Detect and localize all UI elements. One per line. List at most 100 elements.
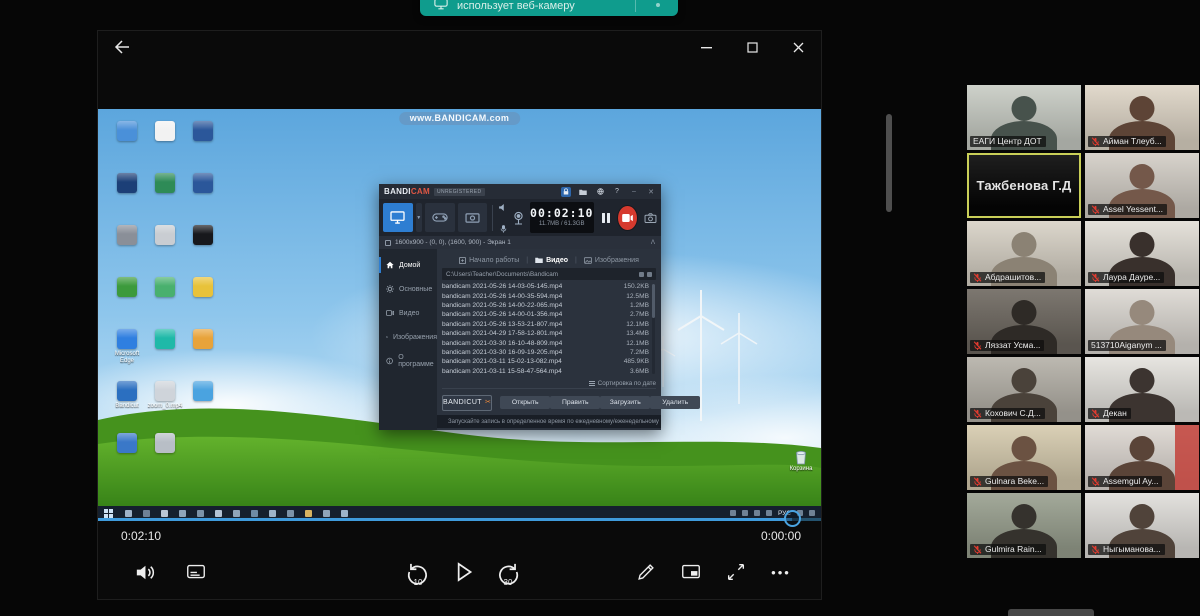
microphone-icon[interactable] <box>500 220 507 238</box>
game-recording-mode-button[interactable] <box>425 203 455 232</box>
edit-button[interactable]: Править <box>550 396 600 409</box>
recording-file-row[interactable]: bandicam 2021-03-30 16-09-19-205.mp47.2M… <box>442 348 649 357</box>
participant-tile[interactable]: Декан <box>1085 357 1199 422</box>
recording-file-row[interactable]: bandicam 2021-05-26 14-03-05-145.mp4150.… <box>442 282 649 291</box>
more-options-button[interactable]: ••• <box>766 555 796 589</box>
desktop-icon[interactable]: Microsoft Edge <box>108 325 146 377</box>
edit-button[interactable] <box>631 555 661 589</box>
speaker-icon[interactable] <box>499 198 507 216</box>
participant-tile[interactable]: Ныгыманова... <box>1085 493 1199 558</box>
close-button[interactable] <box>775 31 821 63</box>
participant-tile[interactable]: Абдрашитов... <box>967 221 1081 286</box>
tab-getting-started[interactable]: Начало работы <box>459 257 519 264</box>
screenshot-button[interactable] <box>644 213 657 223</box>
banner-collapse-button[interactable] <box>656 3 660 7</box>
scheduler-status-bar[interactable]: Запускайте запись в определенное время п… <box>437 415 661 428</box>
sort-control[interactable]: Сортировка по дате <box>442 378 656 388</box>
minimize-button[interactable] <box>683 31 729 63</box>
list-scrollbar[interactable] <box>652 284 655 374</box>
play-button[interactable] <box>448 555 478 589</box>
bandicam-minimize-icon[interactable]: – <box>629 187 639 197</box>
sidebar-item-home[interactable]: Домой <box>379 253 437 277</box>
desktop-icon[interactable] <box>108 117 146 169</box>
target-checkbox[interactable] <box>385 240 391 246</box>
participant-tile[interactable]: Лаура Дауре... <box>1085 221 1199 286</box>
bandicut-promo-button[interactable]: BANDICUT ✂ <box>442 395 492 411</box>
webcam-usage-banner[interactable]: использует веб-камеру <box>420 0 678 16</box>
desktop-icon[interactable] <box>146 325 184 377</box>
desktop-icon[interactable] <box>146 117 184 169</box>
recording-file-row[interactable]: bandicam 2021-03-11 15-58-47-564.mp43.6M… <box>442 367 649 376</box>
mode-dropdown-caret[interactable]: ▼ <box>416 203 422 232</box>
fullscreen-button[interactable] <box>721 555 751 589</box>
device-recording-mode-button[interactable] <box>458 203 488 232</box>
desktop-icon[interactable] <box>184 273 222 325</box>
participant-tile[interactable]: Кохович С.Д... <box>967 357 1081 422</box>
recycle-bin-icon[interactable]: Корзина <box>786 449 816 472</box>
desktop-icon[interactable] <box>184 169 222 221</box>
seek-handle[interactable] <box>784 510 801 527</box>
participant-tile[interactable]: Gulmira Rain... <box>967 493 1081 558</box>
seek-bar[interactable] <box>98 518 821 521</box>
desktop-icon[interactable] <box>108 169 146 221</box>
webcam-overlay-icon[interactable] <box>511 206 527 230</box>
captions-button[interactable] <box>181 555 211 589</box>
open-button[interactable]: Открыть <box>500 396 550 409</box>
desktop-icon[interactable] <box>184 377 222 429</box>
help-icon[interactable]: ? <box>612 187 622 197</box>
capture-target-bar[interactable]: 1600x900 - (0, 0), (1600, 900) - Экран 1… <box>379 236 661 249</box>
sidebar-item-video[interactable]: Видео <box>379 301 437 325</box>
recording-file-row[interactable]: bandicam 2021-03-30 16-10-48-809.mp412.1… <box>442 338 649 347</box>
desktop-icon[interactable] <box>108 429 146 481</box>
delete-button[interactable]: Удалить <box>650 396 700 409</box>
lock-icon[interactable] <box>561 187 571 197</box>
desktop-icon[interactable]: Bandicut <box>108 377 146 429</box>
desktop-icon[interactable] <box>108 273 146 325</box>
recording-file-row[interactable]: bandicam 2021-05-26 14-00-35-594.mp412.5… <box>442 291 649 300</box>
pause-button[interactable] <box>602 213 611 223</box>
recording-file-row[interactable]: bandicam 2021-05-26 14-00-22-065.mp41.2M… <box>442 301 649 310</box>
desktop-icon[interactable] <box>146 169 184 221</box>
folder-icon[interactable] <box>578 187 588 197</box>
participant-tile[interactable]: ЕАГИ Центр ДОТ <box>967 85 1081 150</box>
recording-file-row[interactable]: bandicam 2021-05-26 13-53-21-807.mp412.1… <box>442 320 649 329</box>
maximize-button[interactable] <box>729 31 775 63</box>
recording-file-row[interactable]: bandicam 2021-05-26 14-00-01-356.mp42.7M… <box>442 310 649 319</box>
volume-button[interactable] <box>129 555 159 589</box>
desktop-icon[interactable] <box>146 429 184 481</box>
globe-icon[interactable] <box>595 187 605 197</box>
desktop-icon[interactable] <box>146 273 184 325</box>
participant-tile[interactable]: 513710Aiganym ... <box>1085 289 1199 354</box>
record-stop-button[interactable] <box>618 206 637 230</box>
picture-in-picture-button[interactable] <box>676 555 706 589</box>
desktop-icon[interactable] <box>108 221 146 273</box>
desktop-icon[interactable]: zoom_0.mp4 <box>146 377 184 429</box>
recording-file-row[interactable]: bandicam 2021-03-11 15-02-13-082.mp4485.… <box>442 357 649 366</box>
participant-tile[interactable]: Тажбенова Г.Д <box>967 153 1081 218</box>
sidebar-item-general[interactable]: Основные <box>379 277 437 301</box>
screen-recording-mode-button[interactable] <box>383 203 413 232</box>
bandicam-close-icon[interactable]: ✕ <box>646 187 656 197</box>
scrollbar-sliver[interactable] <box>886 114 892 212</box>
forward-30-button[interactable]: 30 <box>493 555 523 589</box>
participant-tile[interactable]: Assel Yessent... <box>1085 153 1199 218</box>
recording-file-row[interactable]: bandicam 2021-04-29 17-58-12-801.mp413.4… <box>442 329 649 338</box>
participant-tile[interactable]: Айман Тлеуб... <box>1085 85 1199 150</box>
rewind-10-button[interactable]: 10 <box>403 555 433 589</box>
participant-tile[interactable]: Ляззат Усма... <box>967 289 1081 354</box>
desktop-icon[interactable] <box>184 221 222 273</box>
participant-tile[interactable]: Assemgul Ay... <box>1085 425 1199 490</box>
participant-tile[interactable]: Gulnara Beke... <box>967 425 1081 490</box>
tab-video[interactable]: Видео <box>535 257 568 264</box>
desktop-icon[interactable] <box>184 117 222 169</box>
back-button[interactable] <box>114 39 134 55</box>
desktop-icon[interactable] <box>146 221 184 273</box>
output-folder-path[interactable]: C:\Users\Teacher\Documents\Bandicam <box>442 268 656 280</box>
sidebar-item-about[interactable]: О программе <box>379 349 437 373</box>
upload-button[interactable]: Загрузить <box>600 396 650 409</box>
collapse-caret-icon[interactable]: ᐱ <box>651 239 655 246</box>
change-folder-icon[interactable] <box>647 272 652 277</box>
sidebar-item-images[interactable]: Изображения <box>379 325 437 349</box>
open-folder-icon[interactable] <box>639 272 644 277</box>
tab-images[interactable]: Изображения <box>584 257 639 264</box>
